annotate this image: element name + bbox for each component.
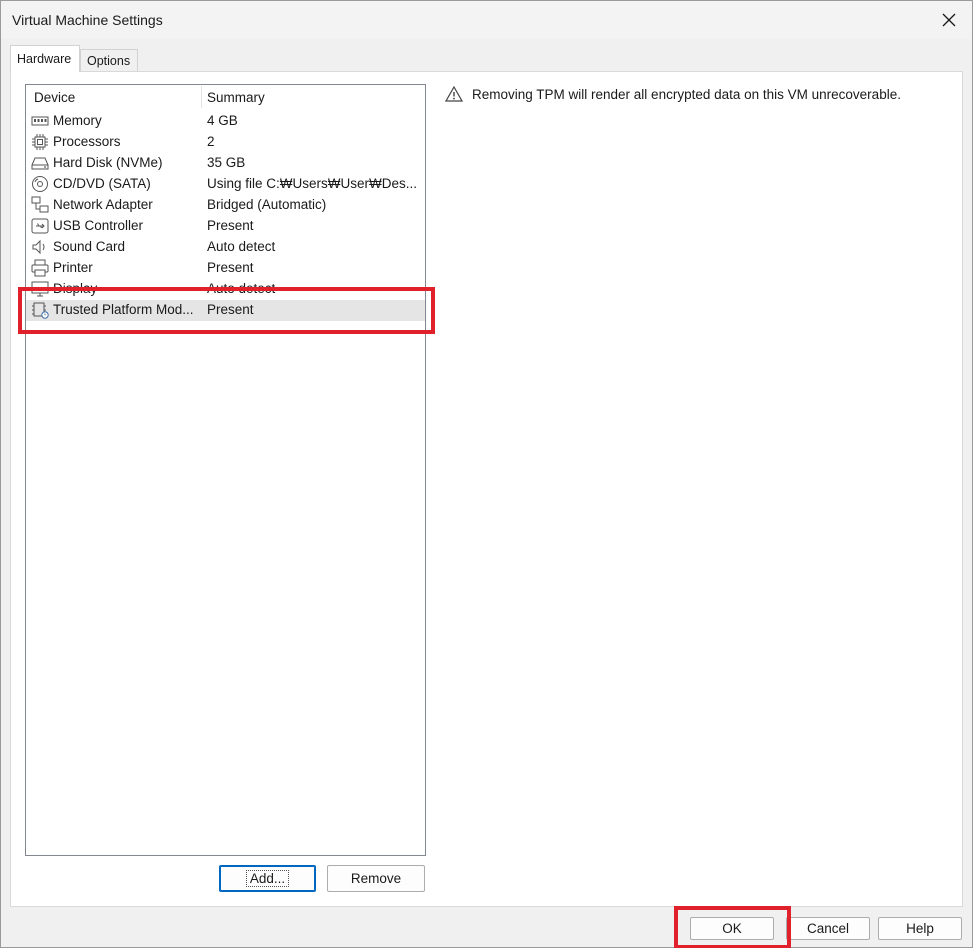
device-rows: Memory 4 GB Processors 2 Hard Disk (NVMe… <box>26 111 425 321</box>
ok-button[interactable]: OK <box>690 917 774 940</box>
device-name: Trusted Platform Mod... <box>53 302 194 317</box>
device-row-sound-card[interactable]: Sound Card Auto detect <box>26 237 425 258</box>
device-name: USB Controller <box>53 218 144 233</box>
device-summary: 2 <box>207 134 215 149</box>
device-row-network-adapter[interactable]: Network Adapter Bridged (Automatic) <box>26 195 425 216</box>
add-button-label: Add... <box>245 870 290 887</box>
device-summary: Present <box>207 218 254 233</box>
device-summary: Auto detect <box>207 239 276 254</box>
device-name: Hard Disk (NVMe) <box>53 155 163 170</box>
device-summary: Bridged (Automatic) <box>207 197 327 212</box>
memory-icon <box>31 112 49 130</box>
window-title: Virtual Machine Settings <box>12 12 163 28</box>
tpm-icon <box>31 301 49 319</box>
remove-button[interactable]: Remove <box>327 865 425 892</box>
usb-icon <box>31 217 49 235</box>
tab-options[interactable]: Options <box>80 49 138 72</box>
device-name: Display <box>53 281 98 296</box>
hardware-page: Device Summary Memory 4 GB Processors 2 … <box>10 71 963 907</box>
tpm-warning: Removing TPM will render all encrypted d… <box>445 86 901 102</box>
title-bar: Virtual Machine Settings <box>1 1 972 39</box>
device-row-printer[interactable]: Printer Present <box>26 258 425 279</box>
device-row-processors[interactable]: Processors 2 <box>26 132 425 153</box>
processor-icon <box>31 133 49 151</box>
help-button[interactable]: Help <box>878 917 962 940</box>
vm-settings-window: Virtual Machine Settings Hardware Option… <box>0 0 973 948</box>
cancel-button[interactable]: Cancel <box>786 917 870 940</box>
tab-hardware[interactable]: Hardware <box>10 45 80 72</box>
device-name: CD/DVD (SATA) <box>53 176 151 191</box>
device-row-tpm[interactable]: Trusted Platform Mod... Present <box>26 300 425 321</box>
close-icon <box>942 13 956 27</box>
cancel-button-label: Cancel <box>806 921 850 936</box>
column-header-summary[interactable]: Summary <box>207 90 265 105</box>
device-list-header: Device Summary <box>26 85 425 109</box>
device-summary: Using file C:₩Users₩User₩Des... <box>207 176 418 191</box>
column-divider[interactable] <box>201 86 202 108</box>
device-summary: Present <box>207 260 254 275</box>
ok-button-label: OK <box>722 921 742 936</box>
warning-icon <box>445 86 463 102</box>
device-summary: 35 GB <box>207 155 246 170</box>
column-header-device[interactable]: Device <box>34 90 75 105</box>
device-name: Network Adapter <box>53 197 153 212</box>
network-icon <box>31 196 49 214</box>
printer-icon <box>31 259 49 277</box>
device-row-memory[interactable]: Memory 4 GB <box>26 111 425 132</box>
device-list[interactable]: Device Summary Memory 4 GB Processors 2 … <box>25 84 426 856</box>
device-summary: Present <box>207 302 254 317</box>
device-row-cd-dvd[interactable]: CD/DVD (SATA) Using file C:₩Users₩User₩D… <box>26 174 425 195</box>
device-name: Processors <box>53 134 121 149</box>
device-row-hard-disk[interactable]: Hard Disk (NVMe) 35 GB <box>26 153 425 174</box>
device-name: Printer <box>53 260 93 275</box>
device-row-usb-controller[interactable]: USB Controller Present <box>26 216 425 237</box>
speaker-icon <box>31 238 49 256</box>
cd-dvd-icon <box>31 175 49 193</box>
add-button[interactable]: Add... <box>219 865 316 892</box>
help-button-label: Help <box>906 921 934 936</box>
remove-button-label: Remove <box>350 871 402 886</box>
device-summary: 4 GB <box>207 113 238 128</box>
warning-text: Removing TPM will render all encrypted d… <box>472 86 901 102</box>
device-name: Sound Card <box>53 239 126 254</box>
close-button[interactable] <box>926 1 972 39</box>
display-icon <box>31 280 49 298</box>
device-name: Memory <box>53 113 102 128</box>
hard-disk-icon <box>31 154 49 172</box>
device-summary: Auto detect <box>207 281 276 296</box>
device-row-display[interactable]: Display Auto detect <box>26 279 425 300</box>
